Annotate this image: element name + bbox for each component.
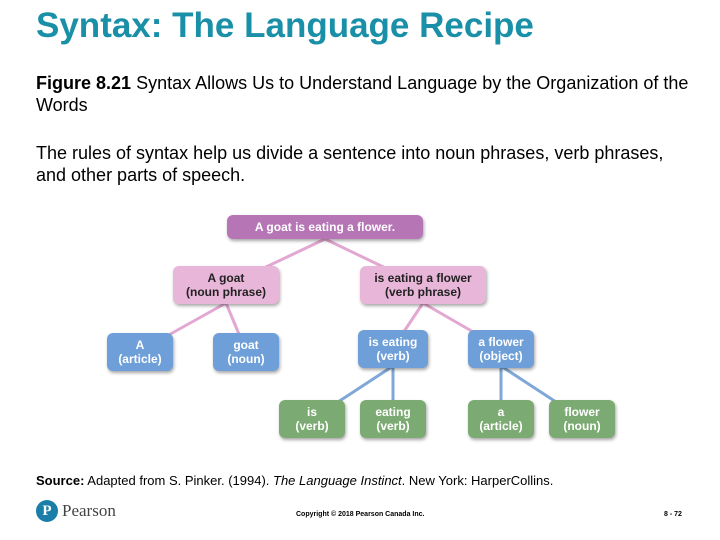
node-noun-phrase-type: (noun phrase): [186, 285, 266, 299]
node-verb-phrase-text: is eating a flower: [374, 271, 472, 285]
pearson-logo: P Pearson: [36, 500, 116, 522]
node-object-a-flower-text: a flower: [478, 335, 524, 349]
node-noun-goat-type: (noun): [227, 352, 265, 366]
node-object-a-flower-type: (object): [479, 349, 523, 363]
node-object-a-flower: a flower (object): [468, 330, 534, 368]
node-verb-is: is (verb): [279, 400, 345, 438]
node-noun-goat-text: goat: [233, 338, 259, 352]
node-verb-is-type: (verb): [295, 419, 329, 433]
page-number: 8 - 72: [664, 511, 682, 518]
copyright-notice: Copyright © 2018 Pearson Canada Inc.: [296, 511, 425, 518]
node-verb-is-text: is: [306, 405, 317, 419]
node-noun-flower-text: flower: [564, 405, 600, 419]
node-verb-is-eating-text: is eating: [368, 335, 418, 349]
node-article-a-text: A: [135, 338, 145, 352]
node-verb-eating-type: (verb): [376, 419, 410, 433]
node-noun-goat: goat (noun): [213, 333, 279, 371]
node-article-a2: a (article): [468, 400, 534, 438]
source-book-title: The Language Instinct: [273, 473, 402, 488]
pearson-wordmark: Pearson: [62, 501, 116, 520]
node-noun-phrase: A goat (noun phrase): [173, 266, 279, 304]
node-noun-flower-type: (noun): [563, 419, 601, 433]
node-article-a: A (article): [107, 333, 173, 371]
node-verb-is-eating-type: (verb): [376, 349, 410, 363]
node-noun-phrase-text: A goat: [207, 271, 245, 285]
source-label: Source:: [36, 473, 85, 488]
node-verb-eating-text: eating: [375, 405, 411, 419]
node-verb-is-eating: is eating (verb): [358, 330, 428, 368]
node-article-a2-text: a: [497, 405, 505, 419]
node-root-text: A goat is eating a flower.: [254, 220, 396, 234]
node-article-a2-type: (article): [479, 419, 523, 433]
node-article-a-type: (article): [118, 352, 162, 366]
pearson-p-letter: P: [42, 502, 52, 519]
node-root-sentence: A goat is eating a flower.: [227, 215, 423, 239]
source-text-before: Adapted from S. Pinker. (1994).: [84, 473, 274, 488]
node-verb-phrase-type: (verb phrase): [384, 285, 462, 299]
node-noun-flower: flower (noun): [549, 400, 615, 438]
source-text-after: . New York: HarperCollins.: [401, 473, 554, 488]
node-verb-eating: eating (verb): [360, 400, 426, 438]
node-verb-phrase: is eating a flower (verb phrase): [360, 266, 486, 304]
source-citation: Source: Adapted from S. Pinker. (1994). …: [36, 473, 553, 488]
pearson-p-icon: P: [36, 500, 58, 522]
